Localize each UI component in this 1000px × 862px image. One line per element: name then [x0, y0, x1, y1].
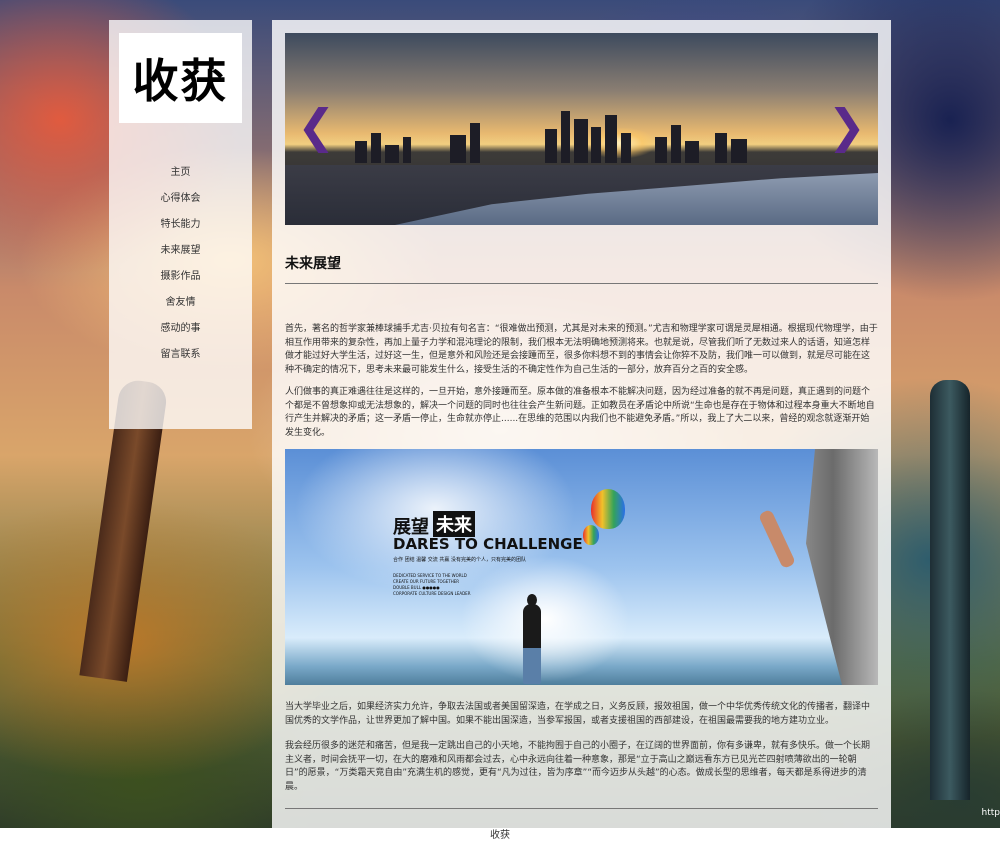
banner-skyline	[355, 103, 775, 163]
poster-title-b: 未来	[433, 511, 475, 537]
bottom-divider	[285, 808, 878, 809]
paragraph-3: 当大学毕业之后，如果经济实力允许，争取去法国或者美国留深造，在学成之日，义务反顾…	[285, 702, 871, 726]
title-divider	[285, 283, 878, 284]
poster-balloon-small	[583, 525, 599, 545]
paragraph-2: 人们做事的真正难遇往往是这样的，一旦开始，意外接踵而至。原本做的准备根本不能解决…	[285, 387, 875, 438]
banner-carousel[interactable]: ❮ ❯	[285, 33, 878, 225]
poster-cliff	[806, 449, 878, 685]
sidebar-nav: 主页 心得体会 特长能力 未来展望 摄影作品 舍友情 感动的事 留言联系	[109, 160, 252, 368]
poster-balloon-large	[591, 489, 625, 529]
paragraph-1: 首先，著名的哲学家兼棒球捕手尤吉·贝拉有句名言：“很难做出预测，尤其是对未来的预…	[285, 324, 878, 375]
poster-small-4: CORPORATE CULTURE DESIGN LEADER	[393, 591, 471, 596]
poster-tagline: 合作 团结 温馨 交流 共赢 没有完美的个人，只有完美的团队	[393, 557, 526, 563]
chevron-right-icon[interactable]: ❯	[827, 103, 866, 149]
poster-subtitle: DARES TO CHALLENGE	[393, 535, 583, 553]
poster-man	[523, 604, 541, 684]
main-content: ❮ ❯ 未来展望 首先，著名的哲学家兼棒球捕手尤吉·贝拉有句名言：“很难做出预测…	[272, 20, 891, 828]
footer-text: 收获	[490, 830, 510, 841]
sidebar-item-roommates[interactable]: 舍友情	[109, 290, 252, 316]
logo[interactable]: 收获	[119, 33, 242, 123]
sidebar-item-skills[interactable]: 特长能力	[109, 212, 252, 238]
corner-url-text: http	[981, 808, 1000, 818]
footer: 收获	[0, 828, 1000, 862]
sidebar-item-home[interactable]: 主页	[109, 160, 252, 186]
sidebar-item-future[interactable]: 未来展望	[109, 238, 252, 264]
paragraph-4: 我会经历很多的迷茫和痛苦，但是我一定跳出自己的小天地，不能拘囿于自己的小圈子，在…	[285, 741, 871, 792]
sidebar-item-touching-moments[interactable]: 感动的事	[109, 316, 252, 342]
sidebar: 收获 主页 心得体会 特长能力 未来展望 摄影作品 舍友情 感动的事 留言联系	[109, 20, 252, 429]
sidebar-item-reflections[interactable]: 心得体会	[109, 186, 252, 212]
sidebar-item-photography[interactable]: 摄影作品	[109, 264, 252, 290]
background-tree-right	[930, 380, 970, 800]
poster-small-text: DEDICATED SERVICE TO THE WORLD CREATE OU…	[393, 573, 533, 597]
logo-text: 收获	[132, 54, 229, 108]
section-title: 未来展望	[285, 256, 341, 272]
poster-climber	[757, 508, 797, 570]
sidebar-item-contact[interactable]: 留言联系	[109, 342, 252, 368]
chevron-left-icon[interactable]: ❮	[297, 103, 336, 149]
future-poster-image: 展望 未来 DARES TO CHALLENGE 合作 团结 温馨 交流 共赢 …	[285, 449, 878, 685]
